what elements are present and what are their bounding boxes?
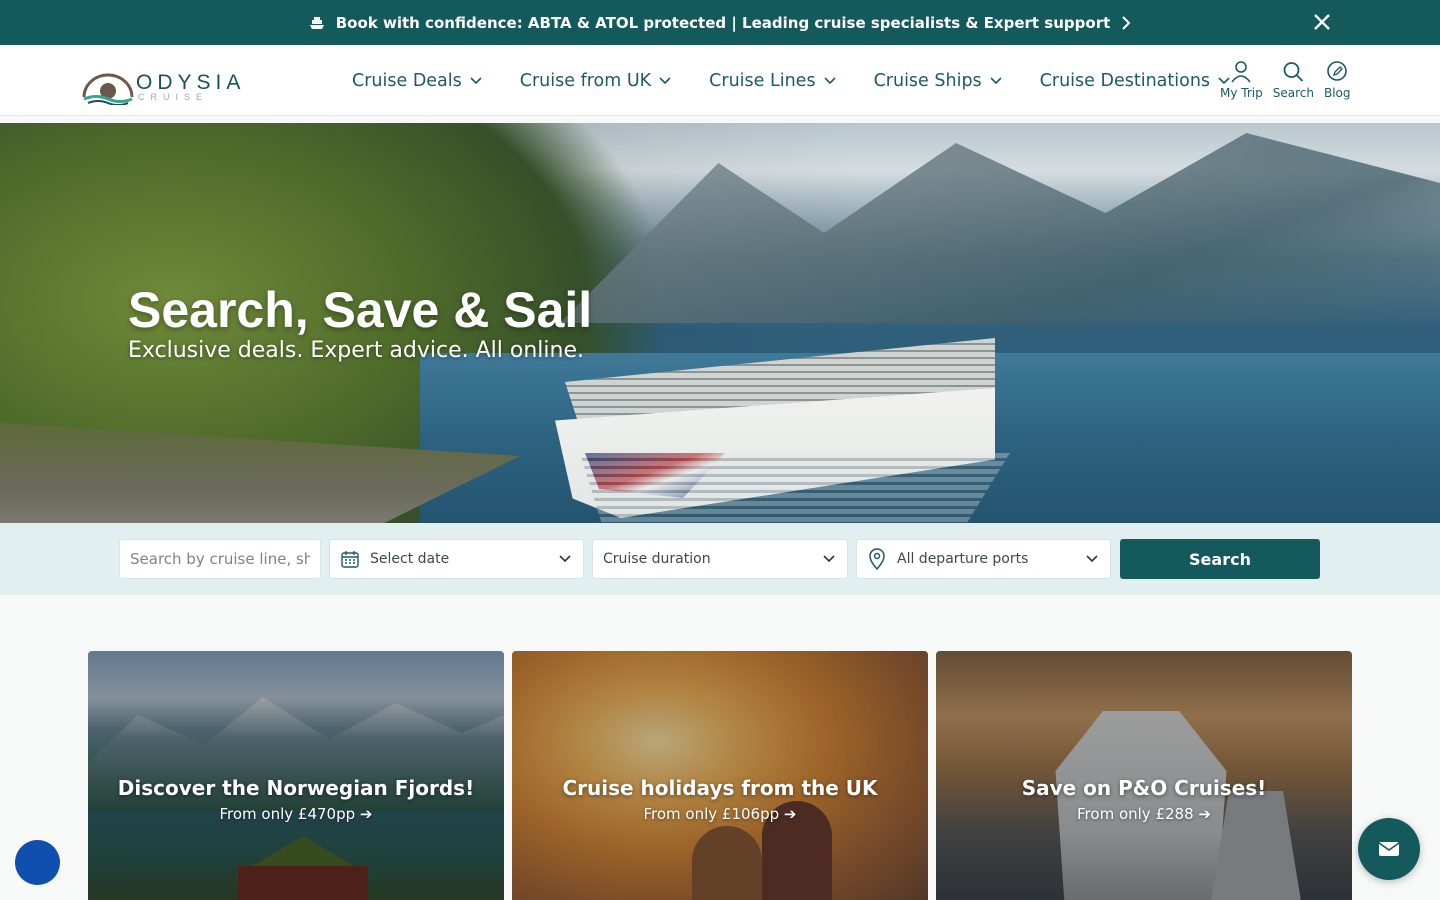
promo-card-norwegian-fjords[interactable]: Discover the Norwegian Fjords! From only… bbox=[88, 651, 504, 900]
promo-cards: Discover the Norwegian Fjords! From only… bbox=[88, 651, 1352, 900]
chevron-down-icon bbox=[1086, 555, 1098, 563]
hero-tagline: Exclusive deals. Expert advice. All onli… bbox=[128, 338, 584, 363]
chevron-down-icon bbox=[823, 555, 835, 563]
blog-label: Blog bbox=[1323, 86, 1351, 100]
departure-port-label: All departure ports bbox=[897, 551, 1029, 567]
nav-cruise-ships[interactable]: Cruise Ships bbox=[874, 71, 1002, 91]
date-select[interactable]: Select date bbox=[329, 539, 584, 579]
nav-cruise-destinations[interactable]: Cruise Destinations bbox=[1040, 71, 1230, 91]
duration-select-label: Cruise duration bbox=[603, 551, 711, 567]
nav-cruise-lines[interactable]: Cruise Lines bbox=[709, 70, 836, 91]
nav-label: Cruise Destinations bbox=[1039, 70, 1211, 91]
accessibility-button[interactable] bbox=[15, 840, 60, 885]
promo-card-po-cruises[interactable]: Save on P&O Cruises! From only £288 ➔ bbox=[936, 651, 1352, 900]
search-button[interactable]: Search bbox=[1273, 60, 1314, 100]
card-title: Discover the Norwegian Fjords! bbox=[117, 776, 475, 800]
ship-icon bbox=[308, 14, 326, 32]
card-title: Cruise holidays from the UK bbox=[562, 776, 878, 800]
hero-banner: Search, Save & Sail Exclusive deals. Exp… bbox=[0, 123, 1440, 523]
blog-button[interactable]: Blog bbox=[1324, 60, 1351, 100]
announcement-text: Book with confidence: ABTA & ATOL protec… bbox=[335, 13, 1111, 32]
chevron-down-icon bbox=[990, 76, 1002, 85]
announcement-banner[interactable]: Book with confidence: ABTA & ATOL protec… bbox=[0, 0, 1440, 45]
card-title: Save on P&O Cruises! bbox=[1021, 776, 1267, 800]
hero-title: Search, Save & Sail bbox=[128, 282, 593, 338]
search-icon bbox=[1283, 62, 1304, 82]
hero-mountains bbox=[560, 133, 1440, 323]
chevron-down-icon bbox=[470, 76, 482, 85]
keyword-search-input[interactable] bbox=[120, 540, 320, 578]
close-icon[interactable] bbox=[1312, 12, 1332, 36]
card-price: From only £470pp ➔ bbox=[219, 805, 373, 823]
nav-label: Cruise Deals bbox=[352, 70, 462, 91]
site-header: ODYSIA CRUISE Cruise Deals Cruise from U… bbox=[0, 45, 1440, 116]
logo-sub: CRUISE bbox=[138, 92, 209, 102]
search-label: Search bbox=[1272, 86, 1314, 100]
promo-card-cruise-from-uk[interactable]: Cruise holidays from the UK From only £1… bbox=[512, 651, 928, 900]
nav-cruise-from-uk[interactable]: Cruise from UK bbox=[520, 71, 671, 91]
my-trip-button[interactable]: My Trip bbox=[1220, 60, 1263, 100]
card-price: From only £106pp ➔ bbox=[643, 805, 797, 823]
nav-cruise-deals[interactable]: Cruise Deals bbox=[352, 71, 482, 91]
nav-label: Cruise Ships bbox=[873, 70, 982, 91]
blog-icon bbox=[1327, 61, 1348, 81]
cruise-search-bar: Select date Cruise duration All departur… bbox=[0, 523, 1440, 595]
duration-select[interactable]: Cruise duration bbox=[592, 539, 848, 579]
keyword-field[interactable] bbox=[119, 539, 321, 579]
map-pin-icon bbox=[867, 548, 887, 570]
logo-mark bbox=[82, 73, 134, 105]
main-nav: Cruise Deals Cruise from UK Cruise Lines… bbox=[352, 45, 1268, 116]
envelope-icon bbox=[1378, 842, 1400, 856]
card-price: From only £288 ➔ bbox=[1077, 805, 1211, 823]
my-trip-label: My Trip bbox=[1220, 86, 1263, 100]
nav-label: Cruise Lines bbox=[709, 70, 816, 91]
chevron-down-icon bbox=[823, 76, 836, 85]
user-icon bbox=[1231, 61, 1251, 83]
date-select-label: Select date bbox=[370, 551, 450, 567]
site-logo[interactable]: ODYSIA CRUISE bbox=[82, 57, 242, 105]
departure-port-select[interactable]: All departure ports bbox=[856, 539, 1111, 579]
header-tools: My Trip Search Blog bbox=[1220, 60, 1351, 100]
chevron-down-icon bbox=[659, 76, 671, 85]
contact-button[interactable] bbox=[1358, 818, 1420, 880]
search-submit-button[interactable]: Search bbox=[1120, 539, 1320, 579]
calendar-icon bbox=[340, 549, 360, 569]
ship-reflection bbox=[580, 453, 1010, 523]
chevron-down-icon bbox=[559, 555, 571, 563]
chevron-right-icon bbox=[1120, 14, 1132, 32]
nav-label: Cruise from UK bbox=[519, 70, 652, 91]
